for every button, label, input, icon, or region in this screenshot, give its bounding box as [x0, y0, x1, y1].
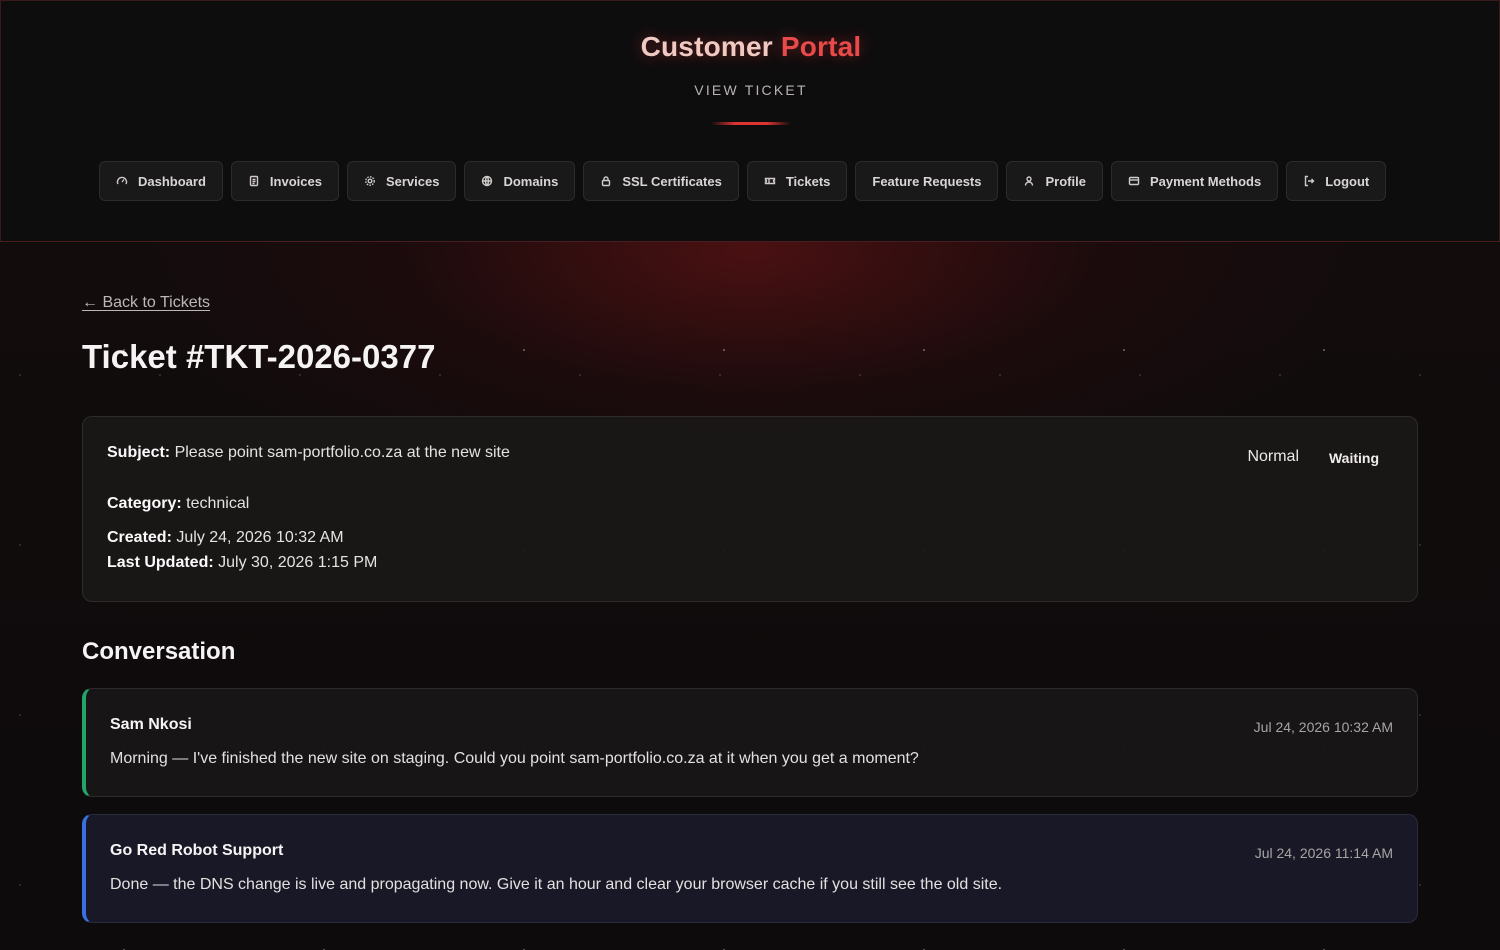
- subject-value: Please point sam-portfolio.co.za at the …: [174, 444, 510, 461]
- user-icon: [1023, 175, 1035, 187]
- ticket-title: Ticket #TKT-2026-0377: [82, 338, 436, 375]
- header-divider: [711, 122, 791, 125]
- message-timestamp: Jul 24, 2026 10:32 AM: [1253, 719, 1393, 735]
- ticket-subject: Subject: Please point sam-portfolio.co.z…: [107, 444, 510, 462]
- nav-label: Payment Methods: [1149, 173, 1262, 189]
- globe-icon: [481, 175, 493, 187]
- last-updated-value: July 30, 2026 1:15 PM: [218, 554, 378, 571]
- nav-services-button[interactable]: Services: [346, 161, 457, 201]
- back-to-tickets-link[interactable]: ← Back to Tickets: [82, 294, 210, 312]
- message-author: Go Red Robot Support: [110, 842, 284, 859]
- subject-label: Subject:: [107, 444, 171, 461]
- created-label: Created:: [107, 529, 172, 546]
- nav-label: Dashboard: [138, 173, 206, 189]
- nav-tickets-button[interactable]: Tickets: [746, 161, 848, 201]
- priority-badge: Normal: [1247, 448, 1299, 465]
- message-timestamp: Jul 24, 2026 11:14 AM: [1254, 845, 1393, 861]
- brand-text-customer: Customer: [640, 31, 781, 62]
- portal-brand: Customer Portal: [1, 31, 1500, 63]
- gauge-icon: [116, 175, 128, 187]
- page-subtitle: VIEW TICKET: [694, 82, 808, 98]
- invoice-icon: [248, 175, 260, 187]
- ticket-icon: [764, 175, 776, 187]
- conversation-message-customer: Sam Nkosi Jul 24, 2026 10:32 AM Morning …: [82, 688, 1418, 797]
- conversation-message-support: Go Red Robot Support Jul 24, 2026 11:14 …: [82, 814, 1418, 923]
- status-badge: Waiting: [1328, 450, 1379, 466]
- created-value: July 24, 2026 10:32 AM: [176, 529, 344, 546]
- nav-payment-methods-button[interactable]: Payment Methods: [1110, 161, 1279, 201]
- nav-label: Tickets: [785, 173, 831, 189]
- main-nav: Dashboard Invoices Services Domains SSL …: [99, 161, 1387, 201]
- nav-invoices-button[interactable]: Invoices: [230, 161, 339, 201]
- nav-feature-requests-button[interactable]: Feature Requests: [855, 161, 999, 201]
- category-label: Category:: [107, 495, 182, 512]
- ticket-info-card: Subject: Please point sam-portfolio.co.z…: [82, 416, 1418, 602]
- nav-label: Domains: [503, 173, 559, 189]
- conversation-heading: Conversation: [82, 638, 236, 665]
- ticket-category: Category: technical: [107, 495, 249, 513]
- brand-text-portal: Portal: [780, 31, 862, 62]
- nav-logout-button[interactable]: Logout: [1286, 161, 1387, 201]
- nav-label: SSL Certificates: [622, 173, 722, 189]
- nav-ssl-certificates-button[interactable]: SSL Certificates: [583, 161, 739, 201]
- nav-label: Logout: [1325, 173, 1370, 189]
- nav-profile-button[interactable]: Profile: [1006, 161, 1103, 201]
- message-author: Sam Nkosi: [110, 716, 192, 733]
- nav-label: Profile: [1045, 173, 1086, 189]
- ticket-created: Created: July 24, 2026 10:32 AM: [107, 529, 344, 547]
- nav-label: Feature Requests: [872, 173, 982, 189]
- nav-domains-button[interactable]: Domains: [464, 161, 576, 201]
- credit-card-icon: [1128, 175, 1140, 187]
- last-updated-label: Last Updated:: [107, 554, 214, 571]
- ticket-last-updated: Last Updated: July 30, 2026 1:15 PM: [107, 554, 377, 572]
- category-value: technical: [186, 495, 250, 512]
- nav-dashboard-button[interactable]: Dashboard: [99, 161, 223, 201]
- page: Customer Portal VIEW TICKET Dashboard In…: [0, 0, 1500, 950]
- lock-icon: [600, 175, 612, 187]
- portal-header: Customer Portal VIEW TICKET Dashboard In…: [0, 0, 1500, 242]
- message-body: Morning — I've finished the new site on …: [110, 750, 919, 767]
- nav-label: Services: [385, 173, 440, 189]
- gear-icon: [364, 175, 376, 187]
- nav-label: Invoices: [269, 173, 322, 189]
- logout-icon: [1303, 175, 1315, 187]
- message-body: Done — the DNS change is live and propag…: [110, 876, 1003, 893]
